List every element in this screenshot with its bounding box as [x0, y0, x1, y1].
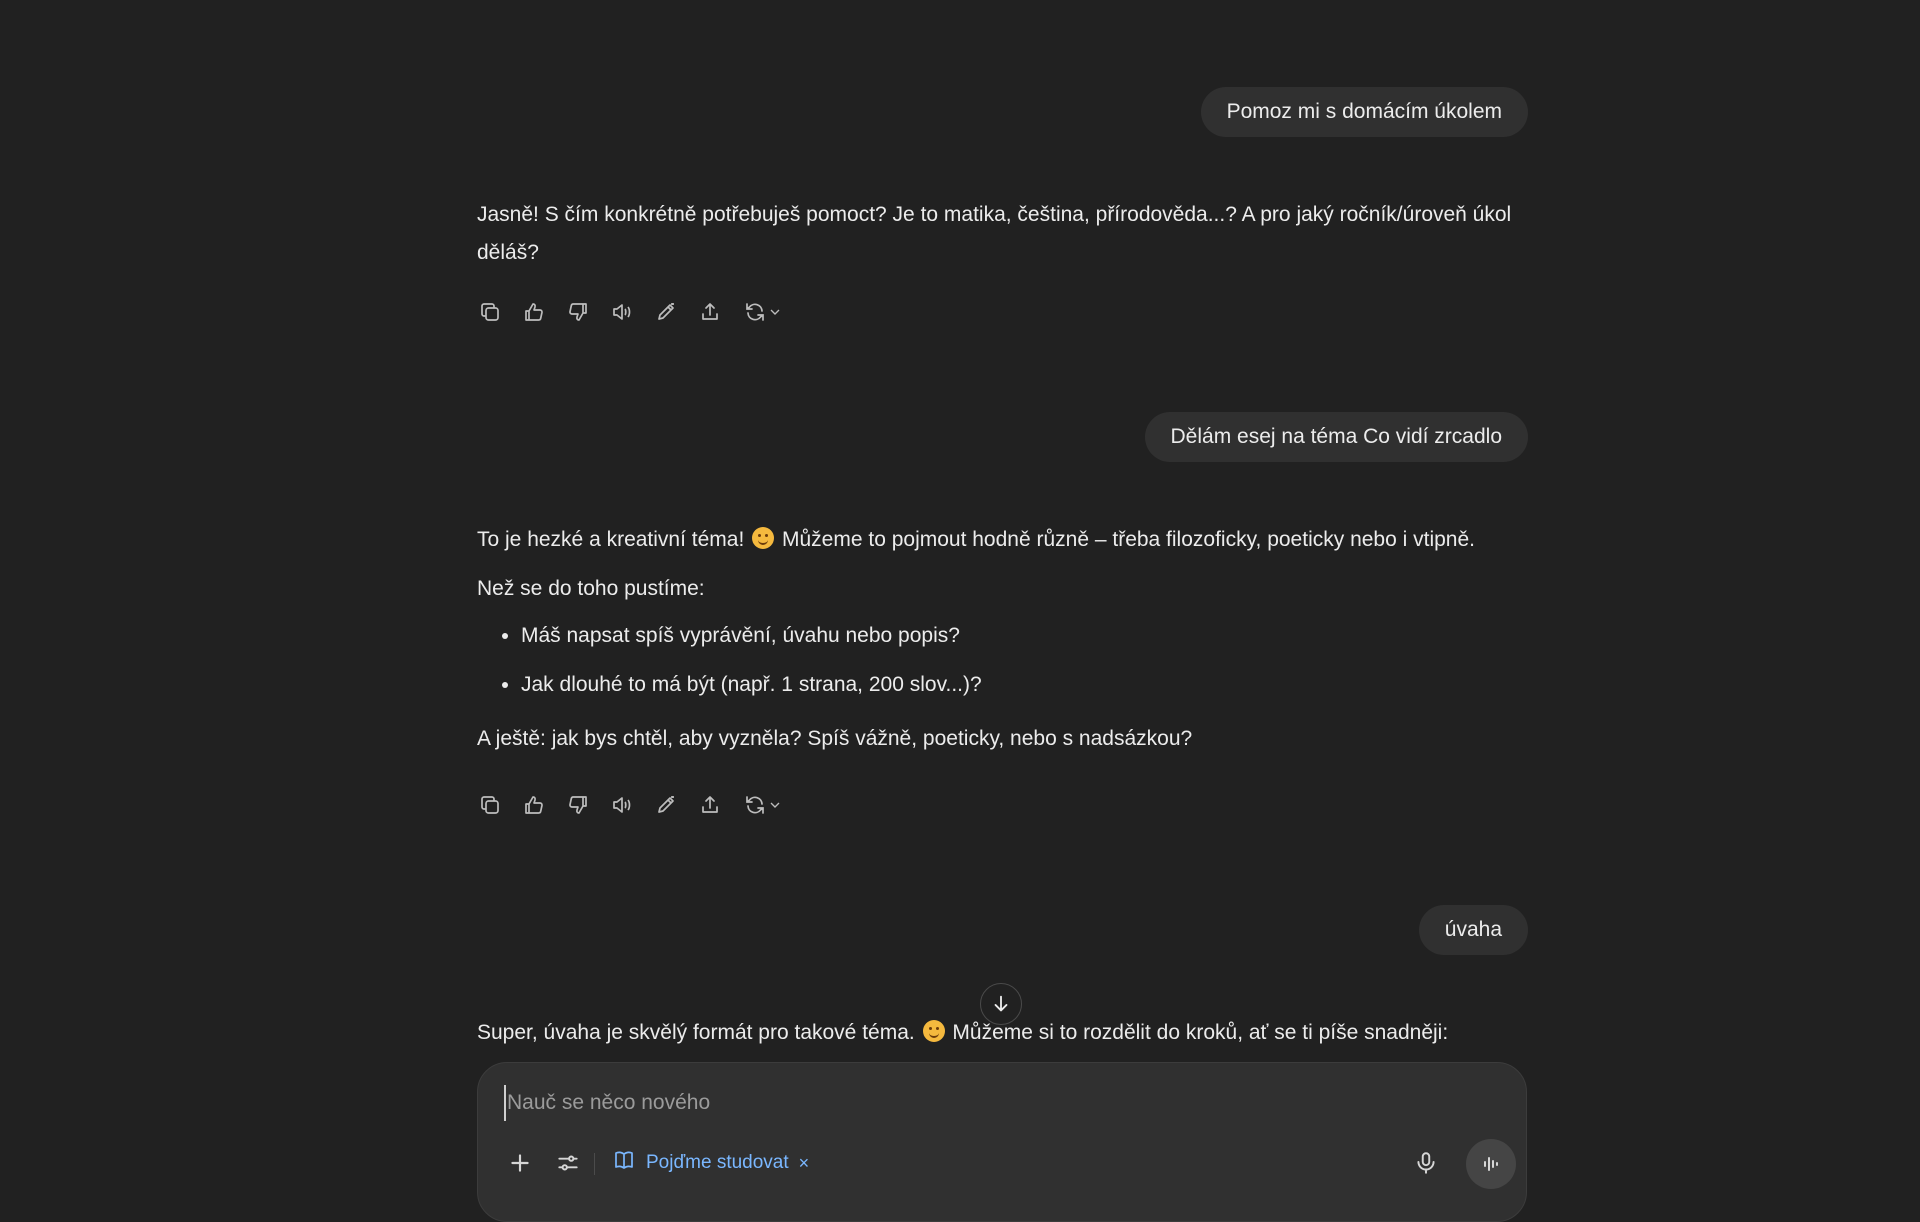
assistant-message: To je hezké a kreativní téma! Můžeme to …: [477, 521, 1529, 758]
share-icon[interactable]: [693, 295, 727, 329]
voice-mode-button[interactable]: [1466, 1139, 1516, 1189]
book-icon: [612, 1148, 636, 1178]
bullet-list: Máš napsat spíš vyprávění, úvahu nebo po…: [477, 611, 1529, 709]
thumbs-down-icon[interactable]: [561, 295, 595, 329]
sliders-icon: [558, 1155, 578, 1171]
audio-waveform-icon: [1484, 1157, 1498, 1171]
tools-button[interactable]: [550, 1145, 586, 1181]
thumbs-up-icon[interactable]: [517, 788, 551, 822]
assistant-text: Super, úvaha je skvělý formát pro takové…: [477, 1021, 915, 1044]
edit-icon[interactable]: [649, 788, 683, 822]
add-attachment-button[interactable]: [502, 1145, 538, 1181]
microphone-icon: [1417, 1152, 1435, 1174]
regenerate-icon[interactable]: [737, 295, 789, 329]
copy-icon[interactable]: [473, 788, 507, 822]
edit-icon[interactable]: [649, 295, 683, 329]
close-icon[interactable]: ×: [799, 1153, 810, 1174]
dictate-button[interactable]: [1408, 1145, 1444, 1181]
smiling-emoji-icon: [922, 1020, 945, 1042]
message-actions: [473, 295, 799, 329]
user-message: úvaha: [1418, 905, 1528, 955]
chat-thread: Pomoz mi s domácím úkolem Jasně! S čím k…: [0, 0, 1920, 1222]
assistant-message-text: Než se do toho pustíme:: [477, 577, 705, 600]
assistant-message-text: Jasně! S čím konkrétně potřebuješ pomoct…: [477, 203, 1512, 264]
regenerate-icon[interactable]: [737, 788, 789, 822]
thumbs-down-icon[interactable]: [561, 788, 595, 822]
list-item: Máš napsat spíš vyprávění, úvahu nebo po…: [521, 611, 1529, 660]
thumbs-up-icon[interactable]: [517, 295, 551, 329]
user-message: Pomoz mi s domácím úkolem: [1200, 87, 1528, 137]
assistant-text: Můžeme to pojmout hodně různě – třeba fi…: [782, 528, 1475, 551]
assistant-message-text: A ještě: jak bys chtěl, aby vyzněla? Spí…: [477, 727, 1193, 750]
list-item: Jak dlouhé to má být (např. 1 strana, 20…: [521, 660, 1529, 709]
read-aloud-icon[interactable]: [605, 295, 639, 329]
toolbar-divider: [594, 1153, 595, 1175]
plus-icon: [511, 1154, 529, 1172]
study-mode-chip[interactable]: Pojďme studovat ×: [612, 1145, 809, 1181]
assistant-text: Můžeme si to rozdělit do kroků, ať se ti…: [952, 1021, 1449, 1044]
assistant-message: Jasně! S čím konkrétně potřebuješ pomoct…: [477, 196, 1529, 272]
assistant-text: To je hezké a kreativní téma!: [477, 528, 745, 551]
prompt-input[interactable]: Nauč se něco nového: [504, 1085, 1487, 1121]
message-actions: [473, 788, 799, 822]
user-message-bubble: úvaha: [1418, 905, 1528, 955]
read-aloud-icon[interactable]: [605, 788, 639, 822]
message-composer: Nauč se něco nového Pojďme studovat ×: [477, 1062, 1527, 1222]
chevron-down-icon: [770, 802, 780, 808]
arrow-down-icon: [994, 995, 1008, 1012]
user-message-bubble: Dělám esej na téma Co vidí zrcadlo: [1144, 412, 1528, 462]
user-message-bubble: Pomoz mi s domácím úkolem: [1200, 87, 1528, 137]
smiling-emoji-icon: [752, 527, 775, 549]
copy-icon[interactable]: [473, 295, 507, 329]
user-message: Dělám esej na téma Co vidí zrcadlo: [1144, 412, 1528, 462]
scroll-to-bottom-button[interactable]: [980, 983, 1022, 1025]
share-icon[interactable]: [693, 788, 727, 822]
chevron-down-icon: [770, 309, 780, 315]
assistant-message-text: To je hezké a kreativní téma! Můžeme to …: [477, 521, 1529, 559]
study-mode-label: Pojďme studovat: [646, 1152, 789, 1173]
